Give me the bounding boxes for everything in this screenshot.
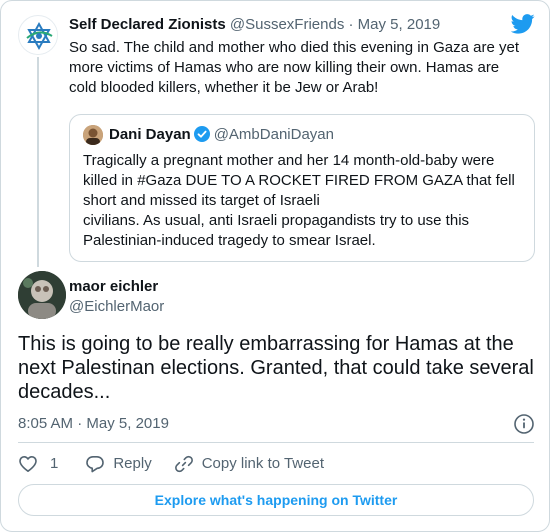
- tweet-embed-card: Self Declared Zionists @SussexFriends · …: [0, 0, 550, 532]
- reply-bubble-icon: [86, 456, 105, 473]
- main-author-name[interactable]: maor eichler: [69, 277, 158, 297]
- avatar-photo-icon: [18, 271, 66, 319]
- quoted-handle[interactable]: @AmbDaniDayan: [214, 126, 334, 143]
- link-icon: [174, 455, 193, 473]
- parent-author-name[interactable]: Self Declared Zionists: [69, 16, 226, 33]
- avatar-photo-icon: [83, 125, 103, 145]
- action-bar: 1 Reply Copy link to Tweet: [18, 453, 324, 475]
- quoted-avatar[interactable]: [83, 125, 103, 145]
- parent-separator: ·: [348, 16, 354, 33]
- copy-link-button[interactable]: Copy link to Tweet: [174, 454, 324, 474]
- tweet-time[interactable]: 8:05 AM: [18, 415, 73, 432]
- main-handle[interactable]: @EichlerMaor: [69, 297, 164, 317]
- main-tweet-text: This is going to be really embarrassing …: [18, 333, 534, 403]
- star-of-david-logo-icon: [20, 17, 57, 54]
- tweet-meta-separator: ·: [77, 415, 83, 432]
- heart-icon: [19, 456, 37, 472]
- quoted-author-name[interactable]: Dani Dayan: [109, 126, 191, 143]
- explore-twitter-button[interactable]: Explore what's happening on Twitter: [18, 484, 534, 516]
- like-count: 1: [50, 455, 59, 472]
- parent-tweet-text: So sad. The child and mother who died th…: [69, 39, 519, 96]
- parent-date[interactable]: May 5, 2019: [358, 16, 441, 33]
- verified-badge-icon: [193, 126, 210, 142]
- parent-tweet[interactable]: Self Declared Zionists @SussexFriends · …: [1, 1, 549, 271]
- main-avatar[interactable]: [18, 271, 66, 319]
- quoted-header: Dani Dayan @AmbDaniDayan: [109, 125, 334, 145]
- quoted-tweet[interactable]: Dani Dayan @AmbDaniDayan Tragically a pr…: [69, 114, 535, 262]
- like-button[interactable]: 1: [18, 454, 58, 474]
- parent-handle[interactable]: @SussexFriends: [230, 16, 344, 33]
- copy-link-label: Copy link to Tweet: [201, 455, 324, 472]
- divider: [18, 442, 534, 443]
- twitter-bird-icon[interactable]: [511, 14, 535, 34]
- tweet-date[interactable]: May 5, 2019: [86, 415, 169, 432]
- tweet-timestamp[interactable]: 8:05 AM · May 5, 2019: [18, 414, 169, 434]
- quoted-tweet-text: Tragically a pregnant mother and her 14 …: [83, 152, 515, 249]
- reply-label: Reply: [113, 455, 152, 472]
- reply-button[interactable]: Reply: [85, 454, 152, 474]
- parent-avatar[interactable]: [18, 15, 58, 55]
- parent-header: Self Declared Zionists @SussexFriends · …: [69, 15, 440, 35]
- info-icon[interactable]: [513, 413, 535, 435]
- thread-connector: [37, 57, 39, 267]
